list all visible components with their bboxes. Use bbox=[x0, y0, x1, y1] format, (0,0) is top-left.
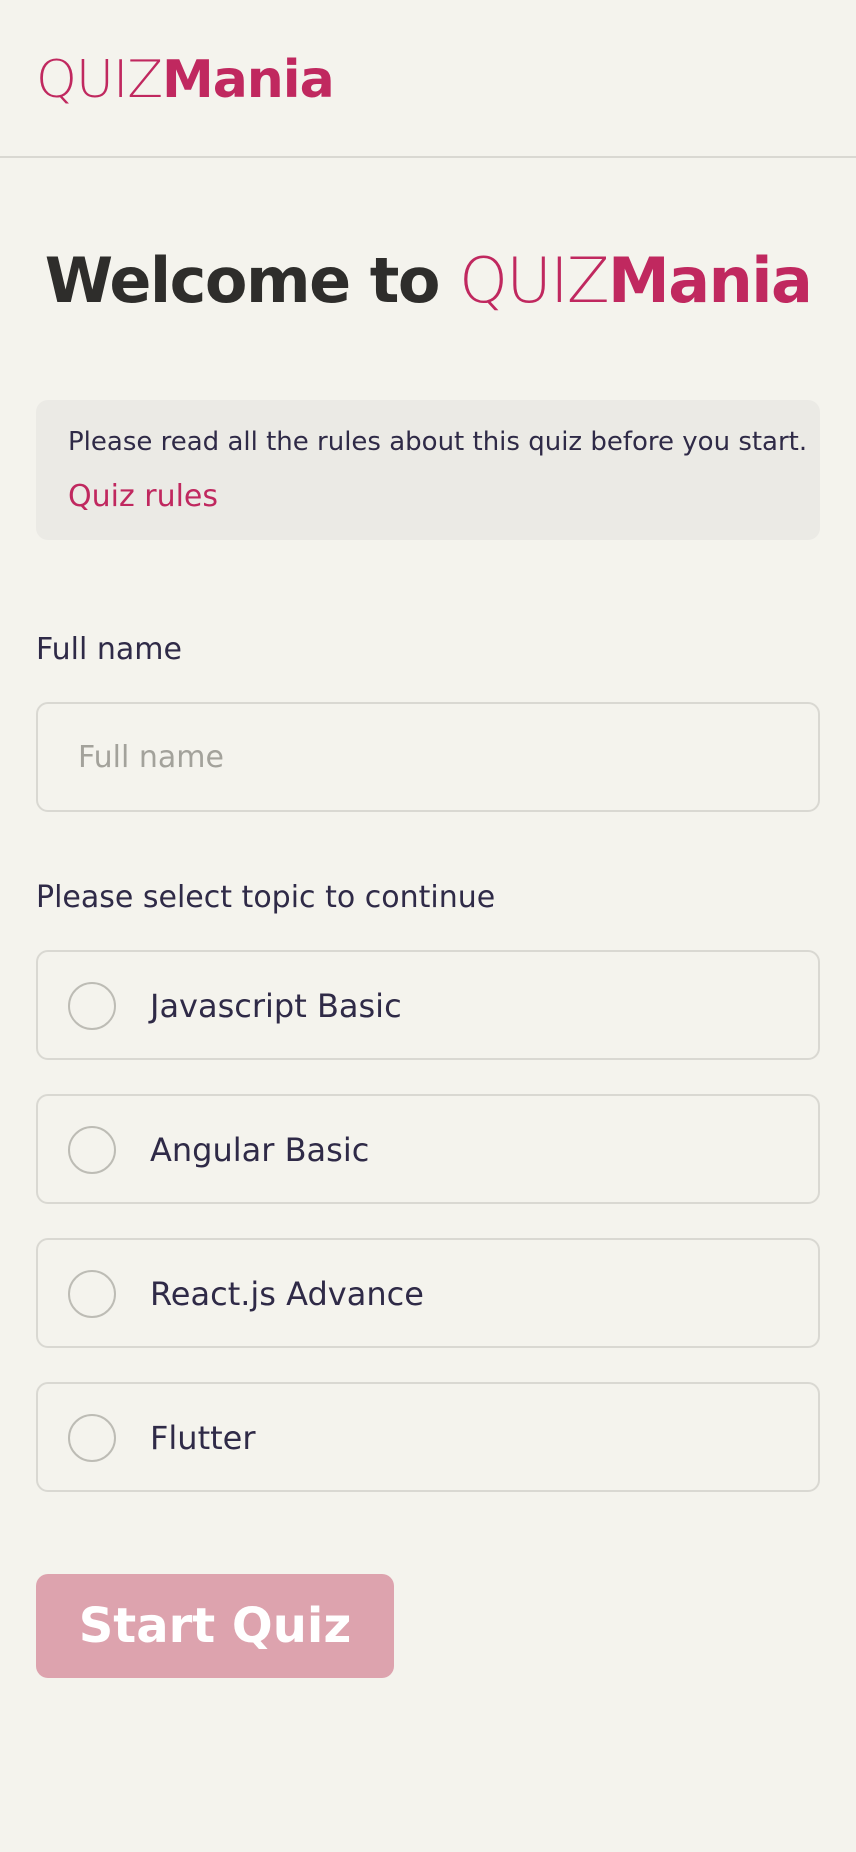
app-header: QUIZMania bbox=[0, 0, 856, 158]
logo-quiz-text: QUIZ bbox=[36, 50, 163, 110]
welcome-prefix: Welcome to bbox=[44, 244, 460, 317]
topic-select-label: Please select topic to continue bbox=[36, 880, 496, 915]
welcome-brand-mania: Mania bbox=[608, 244, 813, 317]
welcome-heading: Welcome to QUIZMania bbox=[0, 246, 856, 316]
topic-option-javascript-basic[interactable]: Javascript Basic bbox=[36, 950, 820, 1060]
rules-notice: Please read all the rules about this qui… bbox=[36, 400, 820, 540]
start-quiz-button[interactable]: Start Quiz bbox=[36, 1574, 394, 1678]
welcome-brand-quiz: QUIZ bbox=[459, 244, 609, 317]
topic-option-flutter[interactable]: Flutter bbox=[36, 1382, 820, 1492]
radio-icon[interactable] bbox=[68, 1414, 116, 1462]
radio-icon[interactable] bbox=[68, 982, 116, 1030]
quizmania-logo[interactable]: QUIZMania bbox=[36, 50, 335, 110]
topic-option-label: Javascript Basic bbox=[150, 987, 402, 1025]
welcome-brand: QUIZMania bbox=[459, 244, 813, 317]
radio-icon[interactable] bbox=[68, 1126, 116, 1174]
full-name-input[interactable] bbox=[36, 702, 820, 812]
topic-option-label: React.js Advance bbox=[150, 1275, 424, 1313]
logo-mania-text: Mania bbox=[161, 50, 335, 110]
topic-option-angular-basic[interactable]: Angular Basic bbox=[36, 1094, 820, 1204]
full-name-label: Full name bbox=[36, 632, 182, 667]
topic-option-label: Flutter bbox=[150, 1419, 256, 1457]
topic-option-reactjs-advance[interactable]: React.js Advance bbox=[36, 1238, 820, 1348]
quiz-rules-link[interactable]: Quiz rules bbox=[68, 478, 218, 516]
rules-notice-text: Please read all the rules about this qui… bbox=[68, 427, 808, 457]
topic-option-label: Angular Basic bbox=[150, 1131, 370, 1169]
radio-icon[interactable] bbox=[68, 1270, 116, 1318]
